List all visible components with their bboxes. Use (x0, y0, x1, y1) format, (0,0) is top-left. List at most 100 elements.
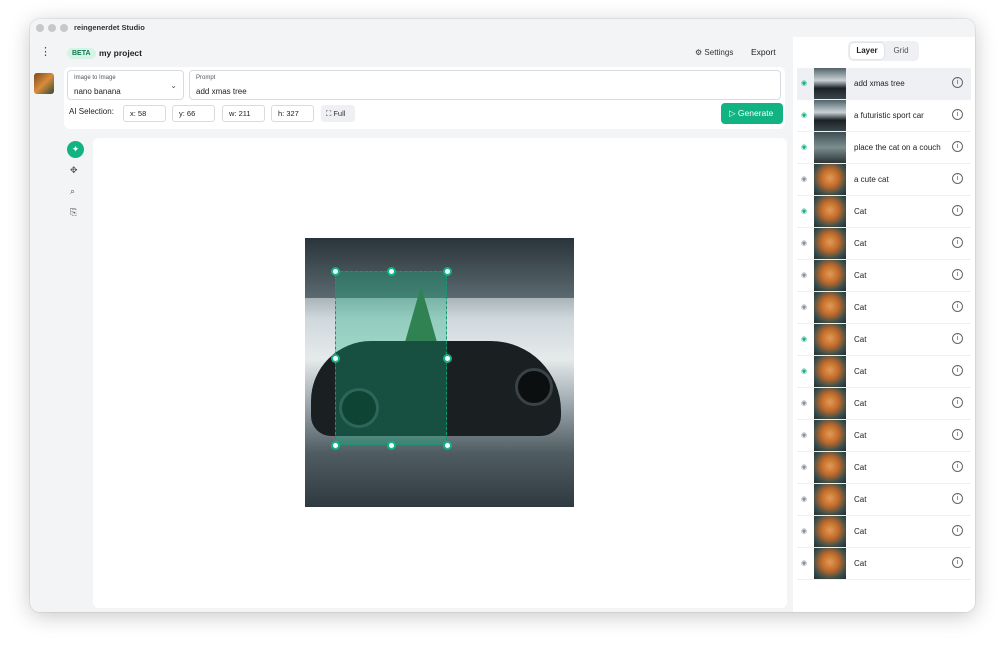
info-icon[interactable]: i (952, 173, 963, 184)
eye-icon[interactable]: ◉ (801, 495, 807, 503)
settings-button[interactable]: ⚙ Settings (695, 48, 733, 57)
eye-icon[interactable]: ◉ (801, 559, 807, 567)
layer-item[interactable]: ◉ add xmas tree i (797, 68, 971, 100)
prompt-field[interactable]: Prompt add xmas tree (189, 70, 781, 100)
move-icon[interactable]: ✥ (70, 165, 78, 176)
eye-icon[interactable]: ◉ (801, 143, 807, 151)
layer-item[interactable]: ◉ Cat i (797, 452, 971, 484)
resize-handle[interactable] (387, 267, 396, 276)
layer-item[interactable]: ◉ Cat i (797, 548, 971, 580)
selection-y-input[interactable]: y: 66 (172, 105, 215, 122)
eye-icon[interactable]: ◉ (801, 303, 807, 311)
prompt-label: Prompt (196, 75, 216, 81)
ai-selection-label: AI Selection: (69, 107, 114, 116)
info-icon[interactable]: i (952, 557, 963, 568)
source-image-thumbnail[interactable] (34, 73, 54, 94)
minimize-window-button[interactable] (48, 24, 56, 32)
prompt-input[interactable]: add xmas tree (196, 87, 247, 96)
tab-grid[interactable]: Grid (885, 43, 917, 59)
eye-icon[interactable]: ◉ (801, 463, 807, 471)
layer-name: Cat (854, 303, 867, 312)
layer-item[interactable]: ◉ place the cat on a couch i (797, 132, 971, 164)
mode-label: Image to Image (74, 75, 116, 81)
eye-icon[interactable]: ◉ (801, 527, 807, 535)
info-icon[interactable]: i (952, 77, 963, 88)
zoom-icon[interactable]: ⌕ (70, 186, 75, 197)
selection-h-input[interactable]: h: 327 (271, 105, 314, 122)
eye-icon[interactable]: ◉ (801, 431, 807, 439)
eye-icon[interactable]: ◉ (801, 79, 807, 87)
info-icon[interactable]: i (952, 205, 963, 216)
resize-handle[interactable] (331, 354, 340, 363)
layer-item[interactable]: ◉ Cat i (797, 292, 971, 324)
layer-item[interactable]: ◉ Cat i (797, 324, 971, 356)
layer-thumbnail (814, 516, 846, 547)
layer-name: Cat (854, 367, 867, 376)
info-icon[interactable]: i (952, 301, 963, 312)
layer-item[interactable]: ◉ Cat i (797, 228, 971, 260)
resize-handle[interactable] (331, 441, 340, 450)
info-icon[interactable]: i (952, 461, 963, 472)
info-icon[interactable]: i (952, 333, 963, 344)
info-icon[interactable]: i (952, 141, 963, 152)
eye-icon[interactable]: ◉ (801, 335, 807, 343)
expand-icon: ⛶ (326, 109, 332, 118)
resize-handle[interactable] (443, 441, 452, 450)
close-window-button[interactable] (36, 24, 44, 32)
canvas-image[interactable] (305, 238, 574, 507)
tab-layer[interactable]: Layer (850, 43, 884, 59)
info-icon[interactable]: i (952, 493, 963, 504)
layer-thumbnail (814, 68, 846, 99)
resize-handle[interactable] (387, 441, 396, 450)
layer-thumbnail (814, 548, 846, 579)
info-icon[interactable]: i (952, 269, 963, 280)
generate-button[interactable]: ▷ Generate (721, 103, 783, 124)
layer-thumbnail (814, 228, 846, 259)
layer-item[interactable]: ◉ Cat i (797, 260, 971, 292)
resize-handle[interactable] (443, 267, 452, 276)
mode-select[interactable]: Image to Image nano banana ⌄ (67, 70, 184, 100)
layer-item[interactable]: ◉ Cat i (797, 516, 971, 548)
panel-tabs: Layer Grid (848, 41, 919, 61)
eye-icon[interactable]: ◉ (801, 111, 807, 119)
layer-item[interactable]: ◉ Cat i (797, 420, 971, 452)
layer-item[interactable]: ◉ Cat i (797, 196, 971, 228)
layer-name: a cute cat (854, 175, 889, 184)
project-title[interactable]: my project (99, 48, 142, 58)
selection-x-input[interactable]: x: 58 (123, 105, 166, 122)
eye-icon[interactable]: ◉ (801, 399, 807, 407)
layer-item[interactable]: ◉ Cat i (797, 484, 971, 516)
layer-thumbnail (814, 164, 846, 195)
selection-w-input[interactable]: w: 211 (222, 105, 265, 122)
more-menu-icon[interactable]: ⋮ (40, 46, 51, 58)
layer-item[interactable]: ◉ Cat i (797, 388, 971, 420)
layer-name: Cat (854, 559, 867, 568)
full-selection-button[interactable]: ⛶ Full (321, 105, 355, 122)
resize-handle[interactable] (443, 354, 452, 363)
layer-name: Cat (854, 495, 867, 504)
info-icon[interactable]: i (952, 397, 963, 408)
layer-name: a futuristic sport car (854, 111, 924, 120)
layer-thumbnail (814, 100, 846, 131)
eye-icon[interactable]: ◉ (801, 367, 807, 375)
layer-item[interactable]: ◉ Cat i (797, 356, 971, 388)
eye-icon[interactable]: ◉ (801, 271, 807, 279)
ai-selection-box[interactable] (331, 267, 452, 450)
eye-icon[interactable]: ◉ (801, 175, 807, 183)
zoom-window-button[interactable] (60, 24, 68, 32)
info-icon[interactable]: i (952, 109, 963, 120)
canvas-area[interactable] (93, 138, 787, 608)
ai-select-icon[interactable]: ✦ (67, 141, 84, 158)
crop-icon[interactable]: ⎘ (70, 207, 77, 218)
info-icon[interactable]: i (952, 525, 963, 536)
eye-icon[interactable]: ◉ (801, 207, 807, 215)
info-icon[interactable]: i (952, 429, 963, 440)
layer-item[interactable]: ◉ a futuristic sport car i (797, 100, 971, 132)
export-button[interactable]: Export (751, 47, 776, 57)
info-icon[interactable]: i (952, 365, 963, 376)
layer-item[interactable]: ◉ a cute cat i (797, 164, 971, 196)
resize-handle[interactable] (331, 267, 340, 276)
layer-name: Cat (854, 239, 867, 248)
eye-icon[interactable]: ◉ (801, 239, 807, 247)
info-icon[interactable]: i (952, 237, 963, 248)
